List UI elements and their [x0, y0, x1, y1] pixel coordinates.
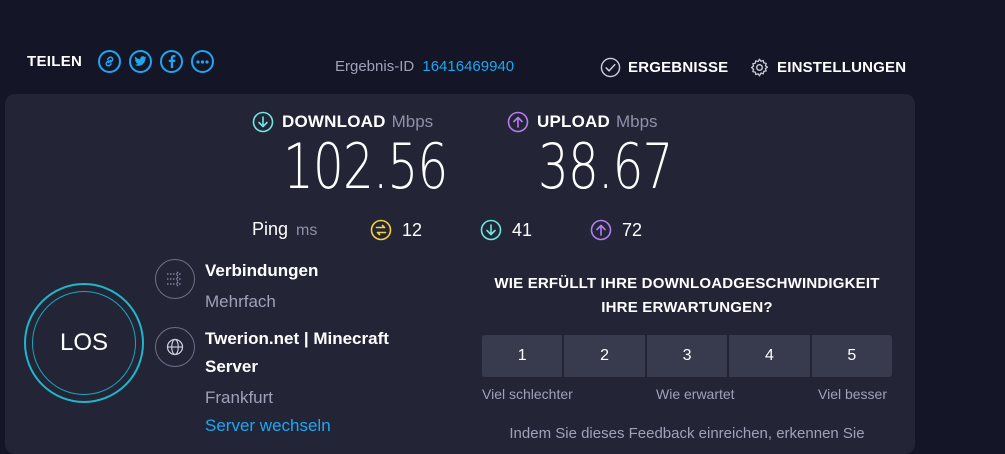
results-link-label: ERGEBNISSE	[628, 59, 729, 76]
ping-idle: 12	[370, 219, 422, 241]
settings-link[interactable]: EINSTELLUNGEN	[749, 57, 906, 78]
server-location: Frankfurt	[205, 388, 274, 407]
go-button[interactable]: LOS	[24, 283, 144, 403]
feedback-question: WIE ERFÜLLT IHRE DOWNLOADGESCHWINDIGKEIT…	[494, 275, 880, 316]
result-id-link[interactable]: 16416469940	[422, 58, 514, 75]
ping-label-group: Ping ms	[252, 219, 317, 240]
result-id: Ergebnis-ID 16416469940	[335, 58, 514, 75]
rating-button-1[interactable]: 1	[482, 335, 563, 377]
scale-high-label: Viel besser	[818, 386, 888, 402]
connections-title: Verbindungen	[205, 261, 319, 280]
download-icon	[252, 111, 274, 133]
ping-label: Ping	[252, 219, 289, 239]
upload-label: UPLOAD	[537, 112, 610, 131]
connections-icon	[155, 259, 195, 299]
rating-button-4[interactable]: 4	[729, 335, 810, 377]
upload-unit: Mbps	[615, 112, 658, 131]
scale-low-label: Viel schlechter	[482, 386, 573, 402]
ping-upload-value: 72	[622, 219, 643, 240]
more-icon[interactable]	[191, 50, 215, 73]
ping-download: 41	[480, 219, 532, 241]
ping-idle-value: 12	[402, 219, 423, 240]
globe-icon	[155, 327, 195, 367]
download-label: DOWNLOAD	[282, 112, 386, 131]
gear-icon	[750, 58, 769, 77]
rating-button-5[interactable]: 5	[811, 335, 893, 377]
download-value: 102.56	[283, 130, 448, 203]
download-unit: Mbps	[391, 112, 434, 131]
ping-idle-icon	[370, 219, 392, 241]
share-bar: TEILEN	[27, 50, 215, 73]
share-label: TEILEN	[27, 53, 83, 70]
top-bar: TEILEN Ergebnis-ID 16416469940 ERGEBNISS…	[0, 0, 1005, 95]
check-circle-icon	[600, 57, 621, 78]
rating-button-2[interactable]: 2	[564, 335, 645, 377]
upload-icon	[507, 111, 529, 133]
rating-button-3[interactable]: 3	[646, 335, 728, 377]
results-link[interactable]: ERGEBNISSE	[600, 57, 728, 78]
facebook-icon[interactable]	[160, 50, 184, 73]
twitter-icon[interactable]	[129, 50, 153, 73]
connections-value: Mehrfach	[205, 292, 276, 311]
settings-link-label: EINSTELLUNGEN	[777, 59, 907, 76]
server-title: Twerion.net | Minecraft Server	[205, 329, 389, 376]
scale-mid-label: Wie erwartet	[656, 386, 735, 402]
ping-unit: ms	[296, 222, 318, 239]
ping-upload-icon	[590, 219, 612, 241]
ping-download-icon	[480, 219, 502, 241]
go-button-label: LOS	[32, 291, 136, 395]
upload-value: 38.67	[538, 130, 673, 203]
ping-upload: 72	[590, 219, 642, 241]
rating-buttons: 1 2 3 4 5	[482, 335, 893, 377]
ping-download-value: 41	[512, 219, 533, 240]
link-icon[interactable]	[98, 50, 122, 73]
feedback-note: Indem Sie dieses Feedback einreichen, er…	[509, 425, 865, 442]
change-server-link[interactable]: Server wechseln	[205, 416, 331, 436]
result-id-label: Ergebnis-ID	[335, 58, 415, 75]
